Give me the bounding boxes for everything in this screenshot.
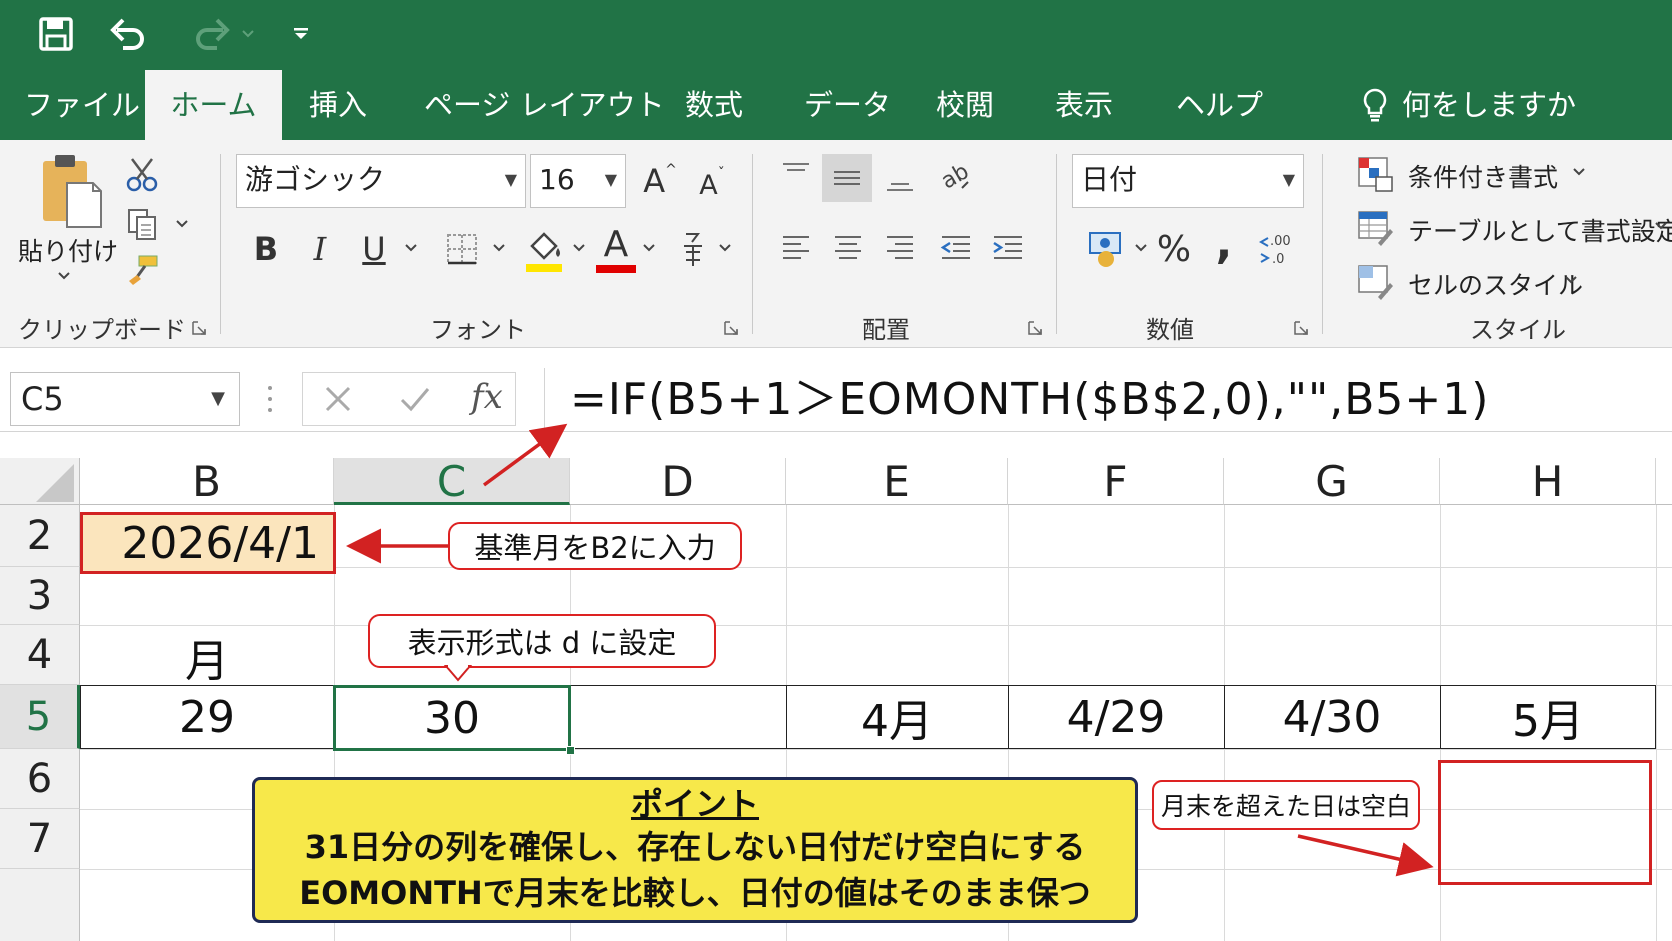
point-title: ポイント <box>630 785 759 823</box>
point-line-2: EOMONTHで月末を比較し、日付の値はそのまま保つ <box>299 874 1091 912</box>
arrow-to-h7 <box>1297 834 1434 877</box>
point-summary-box: ポイント 31日分の列を確保し、存在しない日付だけ空白にする EOMONTHで月… <box>252 777 1138 923</box>
point-line-1: 31日分の列を確保し、存在しない日付だけ空白にする <box>304 828 1086 866</box>
arrow-to-formula <box>482 423 568 487</box>
callout-tail <box>443 665 473 682</box>
